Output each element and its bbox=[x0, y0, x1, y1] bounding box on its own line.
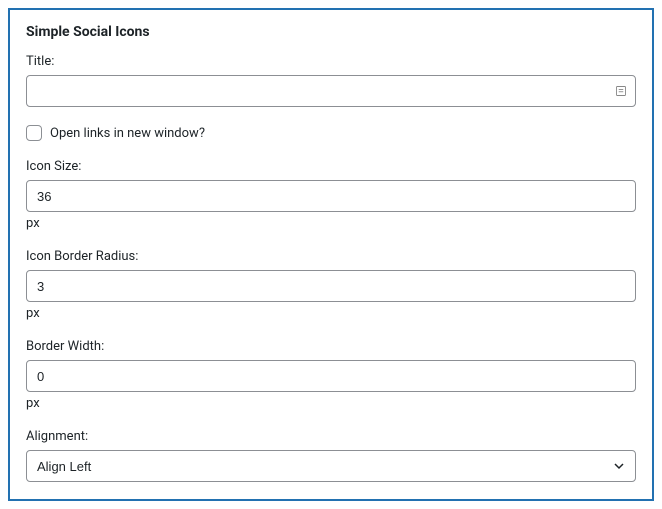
alignment-field: Alignment: Align Left bbox=[26, 429, 636, 482]
border-radius-label: Icon Border Radius: bbox=[26, 249, 636, 264]
border-radius-field: Icon Border Radius: px bbox=[26, 249, 636, 321]
new-window-label[interactable]: Open links in new window? bbox=[50, 126, 205, 141]
icon-size-input[interactable] bbox=[26, 180, 636, 212]
new-window-field: Open links in new window? bbox=[26, 125, 636, 141]
border-width-field: Border Width: px bbox=[26, 339, 636, 411]
widget-settings-panel: Simple Social Icons Title: Open links in… bbox=[8, 8, 654, 501]
title-field: Title: bbox=[26, 54, 636, 107]
autofill-icon bbox=[614, 84, 628, 98]
icon-size-unit: px bbox=[26, 216, 636, 231]
border-width-unit: px bbox=[26, 396, 636, 411]
border-radius-input[interactable] bbox=[26, 270, 636, 302]
alignment-label: Alignment: bbox=[26, 429, 636, 444]
new-window-checkbox[interactable] bbox=[26, 125, 42, 141]
title-input[interactable] bbox=[26, 75, 636, 107]
border-radius-unit: px bbox=[26, 306, 636, 321]
border-width-input[interactable] bbox=[26, 360, 636, 392]
title-input-wrap bbox=[26, 75, 636, 107]
border-width-label: Border Width: bbox=[26, 339, 636, 354]
icon-size-field: Icon Size: px bbox=[26, 159, 636, 231]
alignment-select-wrap: Align Left bbox=[26, 450, 636, 482]
title-label: Title: bbox=[26, 54, 636, 69]
alignment-select[interactable]: Align Left bbox=[26, 450, 636, 482]
widget-title: Simple Social Icons bbox=[26, 24, 636, 40]
icon-size-label: Icon Size: bbox=[26, 159, 636, 174]
